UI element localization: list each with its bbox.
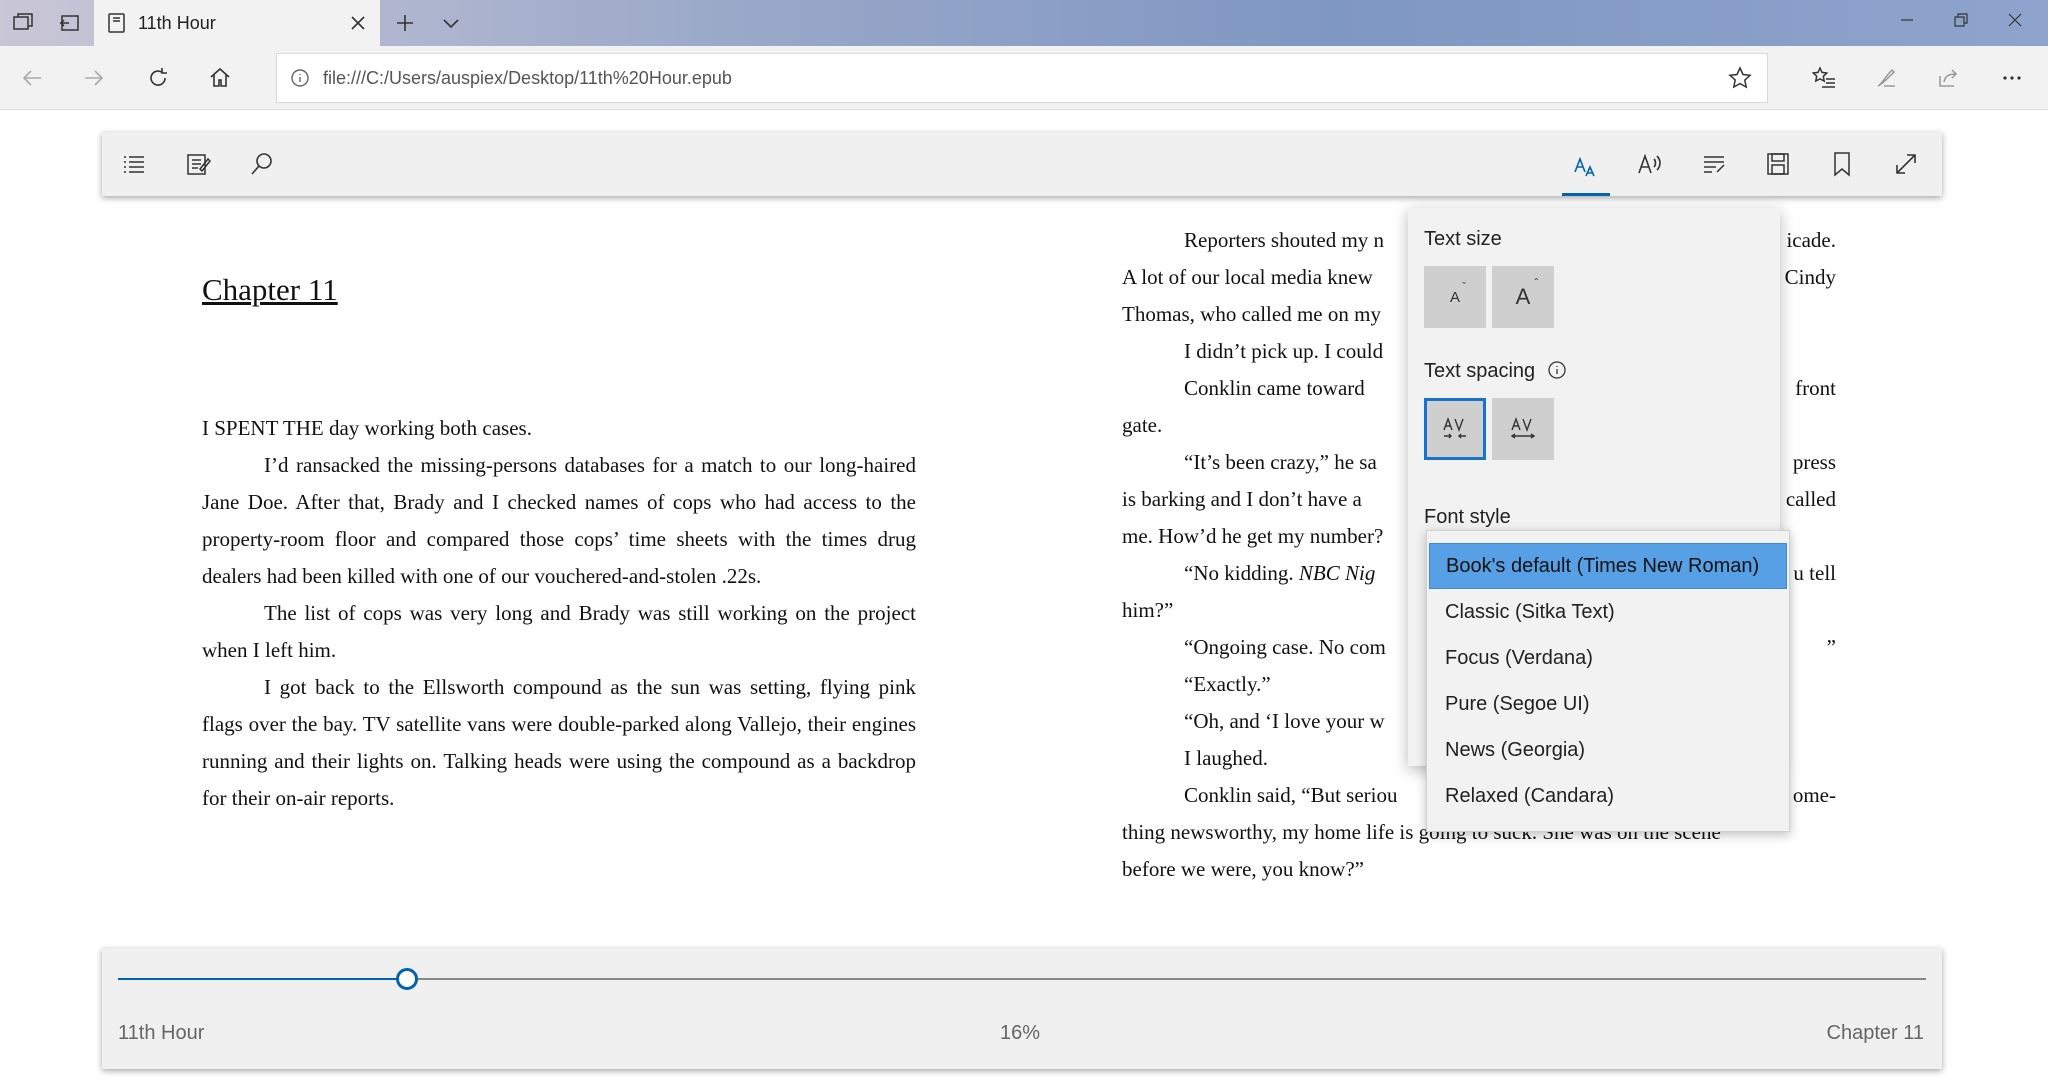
ellipsis-icon[interactable] bbox=[1988, 54, 2036, 102]
reader-toolbar bbox=[102, 132, 1942, 196]
text-line-right: Cindy bbox=[1784, 265, 1836, 289]
read-aloud-icon[interactable] bbox=[1626, 140, 1674, 188]
share-icon[interactable] bbox=[1924, 54, 1972, 102]
star-icon[interactable] bbox=[1713, 66, 1767, 90]
text-line-left: “Exactly.” bbox=[1184, 672, 1271, 696]
text-size-label: Text size bbox=[1424, 228, 1502, 250]
text-line-left: “No kidding. NBC Nig bbox=[1184, 561, 1376, 585]
tab-manager-icon[interactable] bbox=[0, 0, 46, 46]
font-option[interactable]: Relaxed (Candara) bbox=[1429, 773, 1787, 819]
text-line-left: him?” bbox=[1122, 598, 1174, 622]
increase-text-size-button[interactable]: Aˆ bbox=[1492, 266, 1554, 328]
arrow-left-icon[interactable] bbox=[8, 54, 56, 102]
font-style-dropdown[interactable]: Book's default (Times New Roman) Classic… bbox=[1426, 530, 1790, 832]
minimize-button[interactable] bbox=[1880, 0, 1934, 40]
text-line-right: u tell bbox=[1793, 561, 1836, 585]
text-line-right: press bbox=[1792, 450, 1836, 474]
decrease-text-size-button[interactable]: Aˇ bbox=[1424, 266, 1486, 328]
close-window-button[interactable] bbox=[1988, 0, 2042, 40]
pen-icon[interactable] bbox=[1862, 54, 1910, 102]
address-bar-row: file:///C:/Users/auspiex/Desktop/11th%20… bbox=[0, 46, 2048, 110]
font-style-label: Font style bbox=[1424, 506, 1511, 528]
save-icon[interactable] bbox=[1754, 140, 1802, 188]
text-line-left: I didn’t pick up. I could bbox=[1184, 339, 1384, 363]
chapter-title: Chapter 11 bbox=[202, 272, 338, 307]
grammar-tools-icon[interactable] bbox=[1690, 140, 1738, 188]
narrow-spacing-button[interactable] bbox=[1424, 398, 1486, 460]
font-option[interactable]: Classic (Sitka Text) bbox=[1429, 589, 1787, 635]
text-smaller-icon: Aˇ bbox=[1449, 280, 1466, 306]
font-option[interactable]: Book's default (Times New Roman) bbox=[1429, 543, 1787, 589]
search-icon[interactable] bbox=[238, 140, 286, 188]
info-icon[interactable] bbox=[1547, 360, 1567, 386]
refresh-icon[interactable] bbox=[134, 54, 182, 102]
tab-bar: 11th Hour bbox=[0, 0, 2048, 46]
progress-percent-label: 16% bbox=[1000, 1022, 1041, 1044]
font-option[interactable]: News (Georgia) bbox=[1429, 727, 1787, 773]
reading-progress-bar: 11th Hour 16% Chapter 11 bbox=[102, 948, 1942, 1069]
chapter-label: Chapter 11 bbox=[1826, 1022, 1924, 1044]
text-line-left: Reporters shouted my n bbox=[1184, 228, 1385, 252]
font-option[interactable]: Pure (Segoe UI) bbox=[1429, 681, 1787, 727]
text-options-icon[interactable] bbox=[1562, 140, 1610, 196]
text-line-left: is barking and I don’t have a bbox=[1122, 487, 1362, 511]
restore-button[interactable] bbox=[1934, 0, 1988, 40]
paragraph: I SPENT THE day working both cases. bbox=[202, 416, 532, 440]
wide-spacing-icon bbox=[1510, 416, 1536, 439]
text-line-right: ome- bbox=[1792, 783, 1836, 807]
narrow-spacing-icon bbox=[1443, 416, 1466, 439]
text-spacing-label: Text spacing bbox=[1424, 360, 1567, 386]
text-line-left: me. How’d he get my number? bbox=[1122, 524, 1384, 548]
bookmark-icon[interactable] bbox=[1818, 140, 1866, 188]
favorites-list-icon[interactable] bbox=[1800, 54, 1848, 102]
text-line-right: ” bbox=[1826, 635, 1836, 659]
url-text: file:///C:/Users/auspiex/Desktop/11th%20… bbox=[323, 67, 732, 88]
text-line-left: Conklin came toward bbox=[1184, 376, 1365, 400]
text-line-left: Conklin said, “But seriou bbox=[1184, 783, 1398, 807]
text-spacing-label-text: Text spacing bbox=[1424, 360, 1536, 382]
close-icon[interactable] bbox=[336, 0, 380, 46]
text-line-right: called bbox=[1785, 487, 1836, 511]
text-line-left: before we were, you know?” bbox=[1122, 857, 1364, 881]
address-field[interactable]: file:///C:/Users/auspiex/Desktop/11th%20… bbox=[276, 53, 1768, 103]
book-icon bbox=[106, 12, 128, 34]
book-title-label: 11th Hour bbox=[118, 1022, 205, 1044]
tab-title: 11th Hour bbox=[138, 12, 216, 33]
paragraph: I’d ransacked the missing-persons databa… bbox=[202, 453, 916, 588]
fullscreen-icon[interactable] bbox=[1882, 140, 1930, 188]
font-option[interactable]: Focus (Verdana) bbox=[1429, 635, 1787, 681]
plus-icon[interactable] bbox=[382, 0, 428, 46]
text-line-left: Thomas, who called me on my bbox=[1122, 302, 1381, 326]
progress-fill bbox=[118, 978, 408, 980]
tab-11th-hour[interactable]: 11th Hour bbox=[94, 0, 380, 46]
chevron-down-icon[interactable] bbox=[428, 0, 474, 46]
home-icon[interactable] bbox=[196, 54, 244, 102]
progress-slider-thumb[interactable] bbox=[396, 968, 419, 990]
text-line-left: A lot of our local media knew bbox=[1122, 265, 1373, 289]
text-line-left: gate. bbox=[1122, 413, 1163, 437]
text-line-left: “Ongoing case. No com bbox=[1184, 635, 1386, 659]
progress-track[interactable] bbox=[118, 968, 1926, 990]
text-larger-icon: Aˆ bbox=[1515, 276, 1539, 309]
text-line-right: icade. bbox=[1786, 228, 1836, 252]
arrow-right-icon[interactable] bbox=[70, 54, 118, 102]
text-line-left: “Oh, and ‘I love your w bbox=[1184, 709, 1385, 733]
notes-icon[interactable] bbox=[174, 140, 222, 188]
wide-spacing-button[interactable] bbox=[1492, 398, 1554, 460]
set-aside-tabs-icon[interactable] bbox=[46, 0, 92, 46]
text-line: before we were, you know?” bbox=[1122, 851, 1836, 888]
list-icon[interactable] bbox=[110, 140, 158, 188]
left-page: Chapter 11 I SPENT THE day working both … bbox=[202, 270, 916, 817]
app-window: 11th Hour file:///C:/Users/auspiex/Deskt… bbox=[0, 0, 2048, 1089]
info-icon[interactable] bbox=[277, 68, 323, 88]
text-line-right: front bbox=[1795, 376, 1836, 400]
text-line-left: “It’s been crazy,” he sa bbox=[1184, 450, 1377, 474]
paragraph: I got back to the Ellsworth compound as … bbox=[202, 675, 916, 810]
paragraph: The list of cops was very long and Brady… bbox=[202, 601, 916, 662]
text-line-left: I laughed. bbox=[1184, 746, 1268, 770]
